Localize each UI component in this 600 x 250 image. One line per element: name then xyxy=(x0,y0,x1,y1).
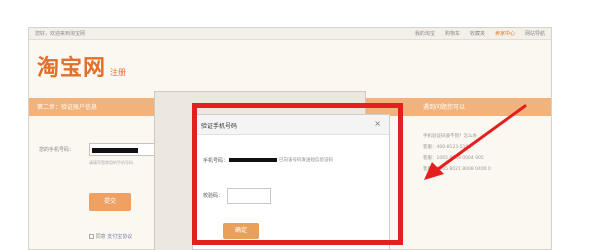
submit-button[interactable]: 提交 xyxy=(89,193,131,211)
close-icon[interactable]: × xyxy=(374,119,381,128)
logo-text: 淘宝网 xyxy=(37,56,107,81)
top-link-cart[interactable]: 购物车 xyxy=(445,28,460,40)
logo-subtitle: 注册 xyxy=(110,68,127,77)
screenshot-stage: 您好，欢迎来到淘宝网 我的淘宝 购物车 收藏夹 卖家中心 网站导航 淘宝网 注册… xyxy=(0,0,600,250)
agree-checkbox[interactable] xyxy=(89,234,94,239)
taobao-logo[interactable]: 淘宝网 注册 xyxy=(37,50,126,82)
help-title: 遇到问题您可以 xyxy=(423,104,466,111)
confirm-button[interactable]: 确定 xyxy=(223,223,259,239)
current-step: 第二步：验证账户信息 xyxy=(37,104,98,111)
verify-phone-dialog: 验证手机号码 × 手机号码： 已向该号码发送短信验证码 校验码： 确定 xyxy=(192,114,390,250)
help-item: 客服：400-8123-5196 xyxy=(423,145,472,150)
redacted-phone-number xyxy=(229,158,277,162)
help-sidebar: 手机验证码收不到？怎么办 客服：400-8123-5196 客服：1065 00… xyxy=(423,131,491,175)
code-label: 校验码： xyxy=(203,193,224,199)
redacted-phone xyxy=(92,148,138,153)
phone-hint: 请填写您常用的手机号码 xyxy=(89,160,133,165)
dialog-title: 验证手机号码 xyxy=(201,123,238,130)
sms-sent-note: 已向该号码发送短信验证码 xyxy=(279,158,333,163)
dialog-phone-label: 手机号码： xyxy=(203,158,229,164)
help-item: 客服：1065 8021 8008 0400 0 xyxy=(423,167,491,172)
top-link-seller[interactable]: 卖家中心 xyxy=(495,28,515,40)
agreement-row: 同意 支付宝协议 xyxy=(89,233,132,240)
site-topbar: 您好，欢迎来到淘宝网 我的淘宝 购物车 收藏夹 卖家中心 网站导航 xyxy=(29,28,551,40)
verification-code-input[interactable] xyxy=(227,188,271,204)
phone-field-label: 您的手机号码： xyxy=(39,147,75,153)
dialog-header: 验证手机号码 × xyxy=(193,115,389,135)
agree-text: 同意 xyxy=(95,234,106,240)
top-link-favorites[interactable]: 收藏夹 xyxy=(470,28,485,40)
top-link-my-taobao[interactable]: 我的淘宝 xyxy=(415,28,435,40)
welcome-text: 您好，欢迎来到淘宝网 xyxy=(35,31,86,37)
agreement-link[interactable]: 支付宝协议 xyxy=(107,234,132,240)
help-item[interactable]: 手机验证码收不到？怎么办 xyxy=(423,131,491,142)
top-link-sitemap[interactable]: 网站导航 xyxy=(525,28,545,40)
top-links: 我的淘宝 购物车 收藏夹 卖家中心 网站导航 xyxy=(415,28,545,40)
help-item: 客服：1065 0009 0004 905 xyxy=(423,156,484,161)
